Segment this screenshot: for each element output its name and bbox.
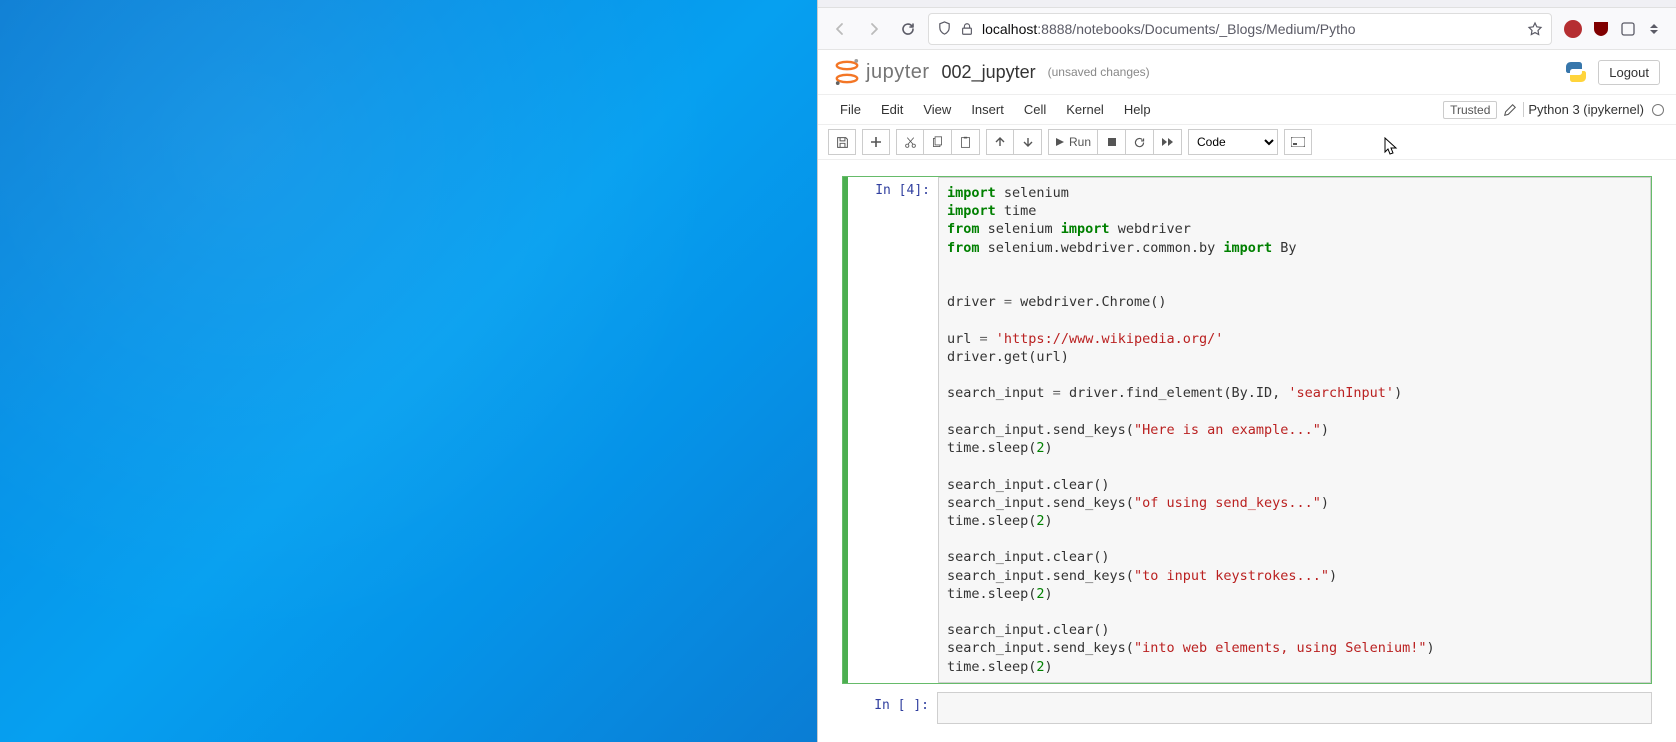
menu-insert[interactable]: Insert — [961, 98, 1014, 121]
cell-prompt: In [4]: — [848, 177, 938, 683]
menu-bar: File Edit View Insert Cell Kernel Help T… — [818, 95, 1676, 125]
menu-view[interactable]: View — [913, 98, 961, 121]
extension-icons — [1558, 20, 1668, 38]
run-button[interactable]: Run — [1048, 129, 1098, 155]
lock-icon — [960, 22, 974, 36]
jupyter-logo-icon — [834, 58, 860, 86]
cut-button[interactable] — [896, 129, 924, 155]
kernel-indicator-icon — [1652, 104, 1664, 116]
forward-button[interactable] — [860, 15, 888, 43]
reload-button[interactable] — [894, 15, 922, 43]
overflow-menu-icon[interactable] — [1646, 21, 1662, 37]
browser-window: localhost:8888/notebooks/Documents/_Blog… — [817, 0, 1676, 742]
interrupt-button[interactable] — [1098, 129, 1126, 155]
jupyter-logo-text: jupyter — [866, 61, 930, 84]
jupyter-page: jupyter 002_jupyter (unsaved changes) Lo… — [818, 50, 1676, 742]
menu-file[interactable]: File — [830, 98, 871, 121]
kernel-name[interactable]: Python 3 (ipykernel) — [1523, 102, 1648, 117]
cell-input-area[interactable]: import selenium import time from seleniu… — [938, 177, 1651, 683]
restart-run-all-button[interactable] — [1154, 129, 1182, 155]
code-cell[interactable]: In [ ]: — [842, 692, 1652, 724]
windows-desktop — [0, 0, 817, 742]
move-up-button[interactable] — [986, 129, 1014, 155]
restart-button[interactable] — [1126, 129, 1154, 155]
notebook-header: jupyter 002_jupyter (unsaved changes) Lo… — [818, 50, 1676, 95]
cell-input-area[interactable] — [937, 692, 1652, 724]
paste-button[interactable] — [952, 129, 980, 155]
extension-angular-icon[interactable] — [1564, 20, 1582, 38]
command-palette-button[interactable] — [1284, 129, 1312, 155]
extension-ublock-icon[interactable] — [1592, 20, 1610, 38]
cell-prompt: In [ ]: — [847, 692, 937, 724]
extension-generic-icon[interactable] — [1620, 21, 1636, 37]
jupyter-logo[interactable]: jupyter — [834, 58, 930, 86]
bookmark-star-icon[interactable] — [1527, 21, 1543, 37]
browser-tab-strip[interactable] — [818, 0, 1676, 8]
shield-icon — [937, 21, 952, 36]
url-text: localhost:8888/notebooks/Documents/_Blog… — [982, 21, 1356, 37]
run-button-label: Run — [1069, 135, 1091, 149]
back-button[interactable] — [826, 15, 854, 43]
logout-button[interactable]: Logout — [1598, 60, 1660, 85]
toolbar: Run Code — [818, 125, 1676, 160]
menu-kernel[interactable]: Kernel — [1056, 98, 1114, 121]
menu-help[interactable]: Help — [1114, 98, 1161, 121]
url-bar[interactable]: localhost:8888/notebooks/Documents/_Blog… — [928, 13, 1552, 45]
menu-cell[interactable]: Cell — [1014, 98, 1056, 121]
cell-type-select[interactable]: Code — [1188, 129, 1278, 155]
browser-navbar: localhost:8888/notebooks/Documents/_Blog… — [818, 8, 1676, 50]
python-kernel-icon — [1564, 60, 1588, 84]
move-down-button[interactable] — [1014, 129, 1042, 155]
add-cell-button[interactable] — [862, 129, 890, 155]
notebook-container: In [4]:import selenium import time from … — [818, 160, 1676, 742]
save-status: (unsaved changes) — [1048, 65, 1150, 79]
edit-icon[interactable] — [1503, 103, 1517, 117]
trusted-indicator[interactable]: Trusted — [1443, 101, 1497, 119]
menu-edit[interactable]: Edit — [871, 98, 913, 121]
save-button[interactable] — [828, 129, 856, 155]
code-cell[interactable]: In [4]:import selenium import time from … — [842, 176, 1652, 684]
notebook-name[interactable]: 002_jupyter — [942, 62, 1036, 83]
copy-button[interactable] — [924, 129, 952, 155]
